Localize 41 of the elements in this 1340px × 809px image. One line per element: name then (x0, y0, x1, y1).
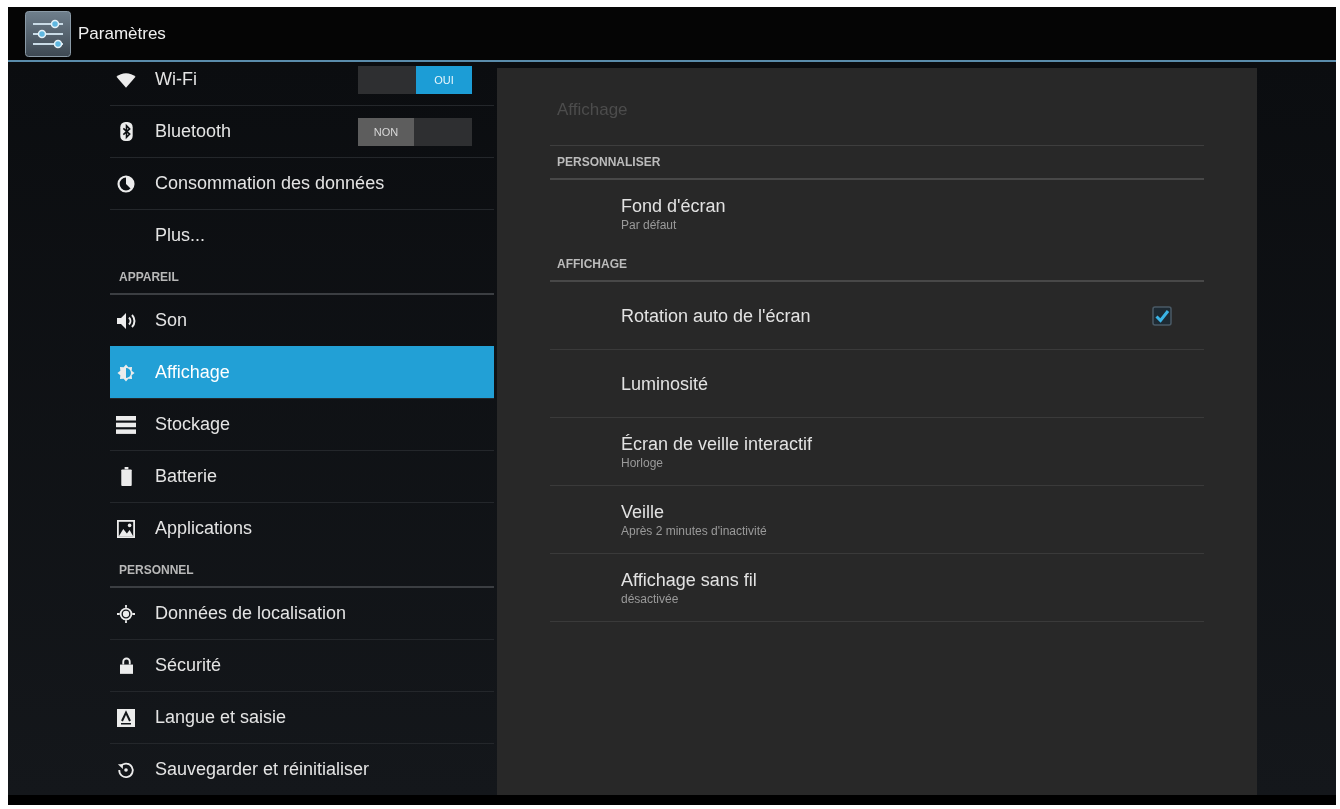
sidebar-item[interactable]: Batterie (110, 450, 494, 502)
setting-title[interactable]: Luminosité (621, 372, 709, 395)
storage-icon (116, 415, 136, 434)
setting-title[interactable]: Écran de veille interactif (621, 432, 813, 455)
setting-summary: désactivée (621, 590, 679, 607)
section-header: AFFICHAGE (557, 257, 627, 271)
setting-title[interactable]: Rotation auto de l'écran (621, 304, 811, 327)
lock-icon (119, 656, 133, 675)
triangle-tile-icon (116, 708, 136, 727)
sidebar-item[interactable]: Données de localisation (110, 588, 494, 639)
setting-title[interactable]: Affichage sans fil (621, 568, 757, 591)
sliders-icon[interactable] (25, 10, 71, 57)
sidebar-item[interactable]: Consommation des données (110, 157, 494, 209)
sidebar-item[interactable]: Stockage (110, 398, 494, 450)
checkbox[interactable] (1152, 305, 1172, 326)
section-header: PERSONNALISER (557, 155, 661, 169)
sidebar-item[interactable]: Bluetooth NON (110, 105, 494, 157)
setting-title[interactable]: Fond d'écran (621, 195, 726, 217)
section-header: APPAREIL (119, 270, 179, 284)
battery-icon (119, 467, 133, 486)
pie-chart-icon (116, 174, 136, 193)
sidebar-item[interactable]: Sécurité (110, 639, 494, 691)
bluetooth-icon (119, 122, 133, 141)
app-title: Paramètres (78, 23, 166, 44)
setting-summary: Par défaut (621, 217, 677, 233)
sidebar-item[interactable]: Plus... (110, 209, 494, 261)
image-icon (116, 519, 136, 538)
setting-summary: Horloge (621, 454, 664, 471)
sidebar-item[interactable]: Langue et saisie (110, 691, 494, 743)
toggle-switch[interactable]: NON (358, 117, 472, 146)
sidebar-item[interactable]: Son (110, 295, 494, 346)
setting-summary: Après 2 minutes d'inactivité (621, 522, 767, 539)
section-header: PERSONNEL (119, 563, 194, 577)
speaker-icon (116, 311, 136, 330)
brightness-icon (116, 363, 136, 382)
location-icon (116, 604, 136, 623)
sidebar-item[interactable]: Applications (110, 502, 494, 554)
setting-title[interactable]: Veille (621, 500, 665, 523)
sidebar-item[interactable]: Wi-Fi OUI (110, 62, 494, 105)
wifi-icon (116, 70, 136, 89)
restore-icon (116, 760, 136, 779)
